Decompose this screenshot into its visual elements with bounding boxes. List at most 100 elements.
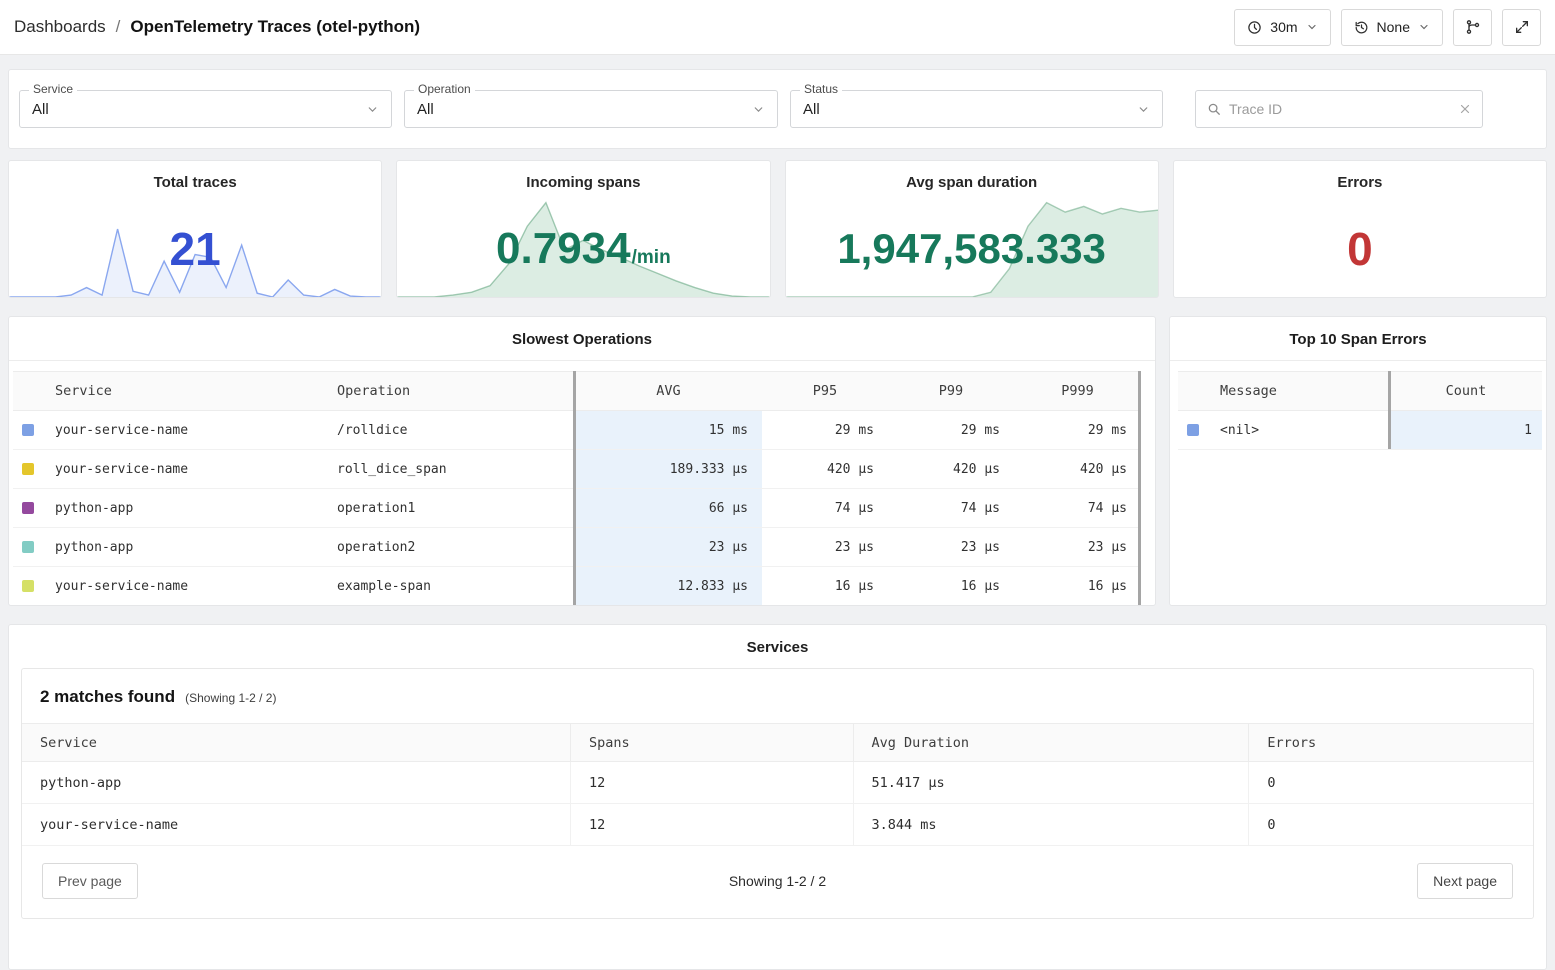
slowest-operations-panel: Slowest Operations Service Operation AVG… xyxy=(8,316,1156,606)
cell-spans: 12 xyxy=(570,762,853,804)
trace-id-search-box xyxy=(1195,90,1483,128)
column-header-operation: Operation xyxy=(331,372,575,411)
breadcrumb-dashboards[interactable]: Dashboards xyxy=(14,17,106,37)
status-filter-select[interactable]: Status All xyxy=(790,90,1163,128)
cell-p95: 74 µs xyxy=(762,489,888,528)
matches-count: 2 matches found xyxy=(40,687,175,707)
operation-filter-label: Operation xyxy=(414,82,475,96)
column-header-count: Count xyxy=(1390,372,1542,411)
clock-icon xyxy=(1247,20,1262,35)
top-bar: Dashboards / OpenTelemetry Traces (otel-… xyxy=(0,0,1555,55)
stat-title: Avg span duration xyxy=(786,161,1158,191)
stat-title: Total traces xyxy=(9,161,381,191)
chevron-down-icon xyxy=(1418,21,1430,33)
column-header-errors: Errors xyxy=(1249,724,1533,762)
stat-title: Incoming spans xyxy=(397,161,769,191)
clear-icon[interactable] xyxy=(1459,103,1471,115)
prev-page-button[interactable]: Prev page xyxy=(42,863,138,899)
cell-p95: 29 ms xyxy=(762,411,888,450)
table-row[interactable]: your-service-name /rolldice 15 ms 29 ms … xyxy=(13,411,1141,450)
services-matches-card: 2 matches found (Showing 1-2 / 2) Servic… xyxy=(21,668,1534,919)
next-page-button[interactable]: Next page xyxy=(1417,863,1513,899)
errors-value: 0 xyxy=(1174,201,1546,297)
series-color-swatch xyxy=(1187,424,1199,436)
column-header-service: Service xyxy=(22,724,570,762)
cell-p999: 23 µs xyxy=(1014,528,1141,567)
operation-filter-select[interactable]: Operation All xyxy=(404,90,778,128)
table-row[interactable]: python-app operation2 23 µs 23 µs 23 µs … xyxy=(13,528,1141,567)
services-pagination: Prev page Showing 1-2 / 2 Next page xyxy=(22,846,1533,918)
branch-icon xyxy=(1465,19,1481,35)
table-header-row: Message Count xyxy=(1178,372,1542,411)
cell-operation: example-span xyxy=(331,567,575,606)
time-range-button[interactable]: 30m xyxy=(1234,9,1330,46)
table-row[interactable]: your-service-name 12 3.844 ms 0 xyxy=(22,804,1533,846)
expand-icon xyxy=(1514,19,1530,35)
time-range-label: 30m xyxy=(1270,19,1297,35)
breadcrumb-separator: / xyxy=(116,17,121,37)
cell-service: python-app xyxy=(22,762,570,804)
cell-p99: 420 µs xyxy=(888,450,1014,489)
panel-title: Slowest Operations xyxy=(9,317,1155,361)
column-header-spans: Spans xyxy=(570,724,853,762)
cell-operation: operation1 xyxy=(331,489,575,528)
chevron-down-icon xyxy=(1306,21,1318,33)
cell-errors: 0 xyxy=(1249,804,1533,846)
cell-spans: 12 xyxy=(570,804,853,846)
table-row[interactable]: your-service-name example-span 12.833 µs… xyxy=(13,567,1141,606)
cell-p99: 29 ms xyxy=(888,411,1014,450)
top-span-errors-table: Message Count <nil> 1 xyxy=(1178,371,1542,450)
cell-errors: 0 xyxy=(1249,762,1533,804)
table-row[interactable]: python-app 12 51.417 µs 0 xyxy=(22,762,1533,804)
cell-p99: 23 µs xyxy=(888,528,1014,567)
refresh-interval-button[interactable]: None xyxy=(1341,9,1443,46)
incoming-spans-number: 0.7934 xyxy=(496,224,631,274)
cell-avg: 12.833 µs xyxy=(575,567,762,606)
table-header-row: Service Spans Avg Duration Errors xyxy=(22,724,1533,762)
column-header-avg: AVG xyxy=(575,372,762,411)
incoming-spans-card: Incoming spans 0.7934/min xyxy=(396,160,770,298)
cell-message: <nil> xyxy=(1214,411,1390,450)
slowest-operations-table: Service Operation AVG P95 P99 P999 your-… xyxy=(13,371,1141,606)
avg-span-duration-card: Avg span duration 1,947,583.333 xyxy=(785,160,1159,298)
series-color-swatch xyxy=(22,463,34,475)
middle-panels-row: Slowest Operations Service Operation AVG… xyxy=(8,316,1547,606)
table-row[interactable]: your-service-name roll_dice_span 189.333… xyxy=(13,450,1141,489)
stat-title: Errors xyxy=(1174,161,1546,191)
cell-operation: roll_dice_span xyxy=(331,450,575,489)
top-bar-actions: 30m None xyxy=(1234,9,1541,46)
swatch-column-header xyxy=(13,372,49,411)
services-panel: Services 2 matches found (Showing 1-2 / … xyxy=(8,624,1547,970)
filter-bar: Service All Operation All Status All xyxy=(8,69,1547,149)
expand-button[interactable] xyxy=(1502,9,1541,46)
cell-p999: 420 µs xyxy=(1014,450,1141,489)
trace-id-input[interactable] xyxy=(1229,101,1451,117)
cell-avg: 66 µs xyxy=(575,489,762,528)
column-resize-handle[interactable] xyxy=(1388,371,1391,449)
search-icon xyxy=(1207,102,1221,116)
column-header-p95: P95 xyxy=(762,372,888,411)
stat-cards-row: Total traces 21 Incoming spans 0.7934/mi… xyxy=(8,160,1547,298)
table-scrollbar[interactable] xyxy=(1138,371,1141,606)
slowest-operations-table-wrap: Service Operation AVG P95 P99 P999 your-… xyxy=(13,371,1141,606)
chevron-down-icon xyxy=(752,103,765,116)
cell-service: your-service-name xyxy=(49,450,331,489)
incoming-spans-unit: /min xyxy=(632,247,671,269)
column-resize-handle[interactable] xyxy=(573,371,576,606)
errors-card: Errors 0 xyxy=(1173,160,1547,298)
total-traces-card: Total traces 21 xyxy=(8,160,382,298)
total-traces-value: 21 xyxy=(9,201,381,297)
service-filter-select[interactable]: Service All xyxy=(19,90,392,128)
history-icon xyxy=(1354,20,1369,35)
top-span-errors-table-wrap: Message Count <nil> 1 xyxy=(1178,371,1542,450)
cell-service: your-service-name xyxy=(49,411,331,450)
chevron-down-icon xyxy=(1137,103,1150,116)
column-header-p999: P999 xyxy=(1014,372,1141,411)
chevron-down-icon xyxy=(366,103,379,116)
table-row[interactable]: python-app operation1 66 µs 74 µs 74 µs … xyxy=(13,489,1141,528)
table-row[interactable]: <nil> 1 xyxy=(1178,411,1542,450)
branch-button[interactable] xyxy=(1453,9,1492,46)
column-header-avg-duration: Avg Duration xyxy=(853,724,1249,762)
cell-avg: 15 ms xyxy=(575,411,762,450)
top-span-errors-panel: Top 10 Span Errors Message Count xyxy=(1169,316,1547,606)
